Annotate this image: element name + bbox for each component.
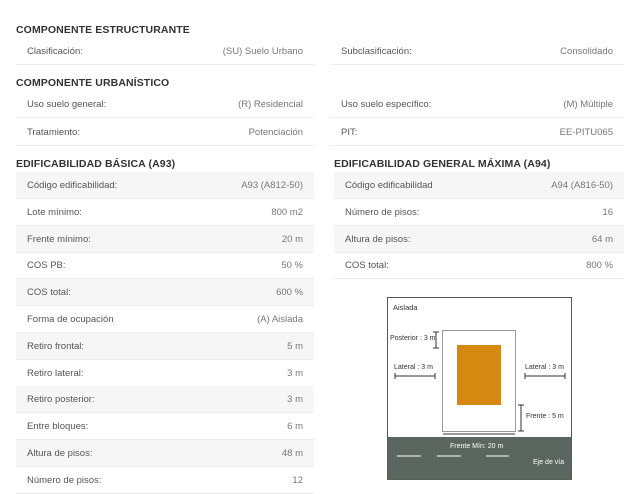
divider (16, 145, 314, 146)
row-uso-general: Uso suelo general: (R) Residencial (16, 91, 314, 117)
eje-via-label: Eje de vía (533, 459, 564, 466)
uso-especifico-label: Uso suelo específico: (341, 99, 432, 110)
table-row: Número de pisos: 16 (334, 199, 624, 225)
table-row: COS PB: 50 % (16, 252, 314, 278)
subclasificacion-label: Subclasificación: (341, 46, 412, 57)
lateral-left-label: Lateral : 3 m (394, 364, 433, 371)
row-label: Altura de pisos: (345, 233, 411, 245)
row-label: Lote mínimo: (27, 206, 82, 218)
row-subclasificacion: Subclasificación: Consolidado (330, 38, 624, 64)
tratamiento-label: Tratamiento: (27, 127, 80, 138)
divider (330, 64, 624, 65)
subclasificacion-value: Consolidado (560, 46, 613, 57)
section-title-basica: EDIFICABILIDAD BÁSICA (A93) (16, 158, 176, 170)
posterior-label: Posterior : 3 m (390, 335, 436, 342)
section-title-estructurante: COMPONENTE ESTRUCTURANTE (16, 24, 190, 36)
row-value: A93 (A812-50) (241, 180, 303, 191)
row-value: 6 m (287, 421, 303, 433)
divider (16, 117, 314, 118)
frente-label: Frente : 5 m (526, 413, 564, 420)
table-row: COS total: 800 % (334, 252, 624, 278)
row-value: 600 % (276, 287, 303, 299)
row-label: Retiro lateral: (27, 367, 84, 379)
table-row: Entre bloques: 6 m (16, 413, 314, 439)
table-row: Retiro lateral: 3 m (16, 360, 314, 386)
table-row: Forma de ocupación (A) Aislada (16, 306, 314, 332)
row-value: 20 m (281, 233, 303, 245)
row-label: Número de pisos: (345, 206, 420, 218)
table-row: Altura de pisos: 64 m (334, 225, 624, 252)
row-label: COS PB: (27, 260, 66, 272)
occupation-diagram: Aislada Posterior : 3 m Lateral : 3 m La… (387, 297, 572, 480)
divider (16, 64, 314, 65)
row-label: Código edificabilidad: (27, 180, 118, 191)
table-row: Altura de pisos: 48 m (16, 440, 314, 466)
row-value: 50 % (281, 260, 303, 272)
row-value: 5 m (287, 340, 303, 352)
uso-especifico-value: (M) Múltiple (563, 99, 613, 110)
row-uso-especifico: Uso suelo específico: (M) Múltiple (330, 91, 624, 117)
divider (334, 278, 624, 280)
row-label: Retiro frontal: (27, 340, 85, 352)
tratamiento-value: Potenciación (248, 127, 303, 138)
clasificacion-value: (SU) Suelo Urbano (222, 46, 303, 57)
row-value: 16 (602, 206, 613, 218)
pit-value: EE-PITU065 (559, 127, 613, 138)
row-label: Retiro posterior: (27, 394, 95, 406)
row-label: COS total: (27, 287, 71, 299)
row-value: 800 m2 (271, 206, 303, 218)
row-label: Número de pisos: (27, 474, 102, 486)
row-value: 3 m (287, 367, 303, 379)
row-value: 800 % (586, 260, 613, 272)
table-row: Retiro frontal: 5 m (16, 332, 314, 359)
diagram-title: Aislada (393, 303, 418, 312)
divider (330, 145, 624, 146)
row-value: 3 m (287, 394, 303, 406)
clasificacion-label: Clasificación: (27, 46, 83, 57)
row-label: Frente mínimo: (27, 233, 91, 245)
row-value: 12 (292, 474, 303, 486)
uso-general-value: (R) Residencial (238, 99, 303, 110)
table-row: Código edificabilidad A94 (A816-50) (334, 172, 624, 198)
lateral-right-label: Lateral : 3 m (525, 364, 564, 371)
row-value: (A) Aislada (257, 314, 303, 325)
table-row: Lote mínimo: 800 m2 (16, 199, 314, 225)
section-title-maxima: EDIFICABILIDAD GENERAL MÁXIMA (A94) (334, 158, 551, 170)
row-label: COS total: (345, 260, 389, 272)
row-label: Altura de pisos: (27, 448, 93, 459)
table-row: COS total: 600 % (16, 279, 314, 306)
row-pit: PIT: EE-PITU065 (330, 119, 624, 145)
section-title-urbanistico: COMPONENTE URBANÍSTICO (16, 77, 170, 89)
table-row: Código edificabilidad: A93 (A812-50) (16, 172, 314, 198)
pit-label: PIT: (341, 127, 358, 138)
row-clasificacion: Clasificación: (SU) Suelo Urbano (16, 38, 314, 64)
uso-general-label: Uso suelo general: (27, 99, 107, 110)
row-value: 48 m (281, 448, 303, 459)
row-value: A94 (A816-50) (551, 180, 613, 191)
row-label: Forma de ocupación (27, 314, 114, 325)
row-label: Código edificabilidad (345, 180, 433, 191)
row-value: 64 m (591, 233, 613, 245)
row-tratamiento: Tratamiento: Potenciación (16, 119, 314, 145)
row-label: Entre bloques: (27, 421, 89, 433)
divider (330, 117, 624, 118)
table-row: Retiro posterior: 3 m (16, 386, 314, 413)
building-footprint (457, 345, 501, 405)
table-row: Frente mínimo: 20 m (16, 225, 314, 252)
frente-min-label: Frente Mín: 20 m (450, 443, 503, 450)
